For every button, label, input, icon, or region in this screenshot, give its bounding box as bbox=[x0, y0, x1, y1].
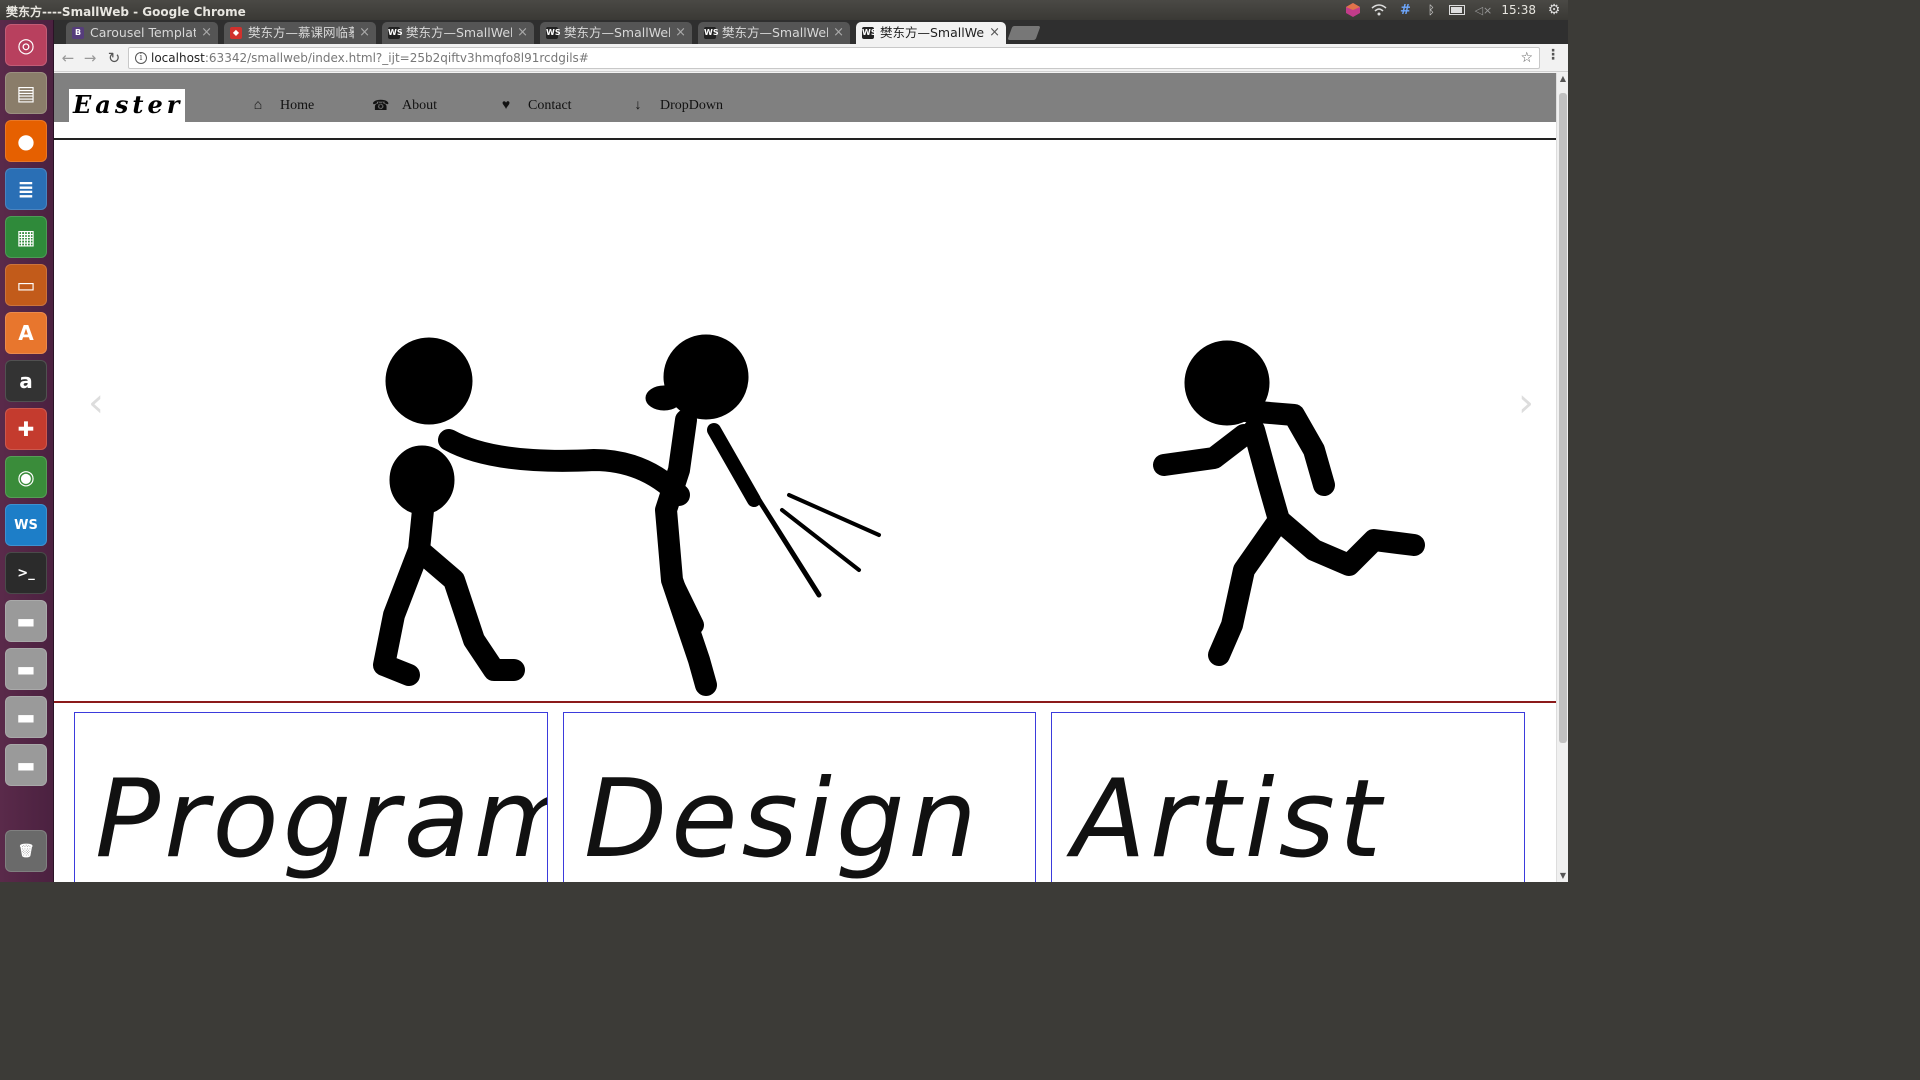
tab-close-icon[interactable]: × bbox=[675, 22, 686, 44]
tab-favicon-icon: WS bbox=[546, 27, 561, 39]
launcher: ◎ ▤ ● ≣ ▦ ▭ Aa ✚ ◉ WS >_ ▬ ▬ ▬ ▬ 🗑 bbox=[0, 20, 54, 882]
tab-favicon-icon: WS bbox=[704, 27, 719, 39]
trash-icon[interactable]: 🗑 bbox=[5, 830, 47, 872]
nav-contact[interactable]: ♥ Contact bbox=[498, 95, 572, 117]
bookmark-star-icon[interactable]: ☆ bbox=[1520, 48, 1533, 68]
browser-tab[interactable]: WS 樊东方—SmallWeb × bbox=[698, 22, 850, 44]
tab-label: 樊东方—SmallWeb bbox=[880, 25, 984, 40]
site-info-icon[interactable]: i bbox=[135, 52, 147, 64]
back-arrow-icon[interactable]: ← bbox=[58, 48, 78, 68]
dash-icon[interactable]: ◎ bbox=[5, 24, 47, 66]
card-design: Design bbox=[563, 712, 1036, 882]
amazon-icon[interactable]: a bbox=[5, 360, 47, 402]
card-title: Artist bbox=[1072, 757, 1386, 882]
browser-tab[interactable]: WS 樊东方—SmallWeb × bbox=[856, 22, 1006, 44]
tab-label: 樊东方—SmallWeb bbox=[722, 25, 828, 40]
writer-icon[interactable]: ≣ bbox=[5, 168, 47, 210]
nav-about[interactable]: ☎ About bbox=[372, 95, 437, 117]
terminal-icon[interactable]: >_ bbox=[5, 552, 47, 594]
impress-icon[interactable]: ▭ bbox=[5, 264, 47, 306]
card-program: Program bbox=[74, 712, 548, 882]
carousel-prev-icon[interactable]: ‹ bbox=[88, 380, 104, 426]
card-title: Design bbox=[584, 757, 981, 882]
browser-tab[interactable]: B Carousel Template × bbox=[66, 22, 218, 44]
page-viewport: Easter ⌂ Home ☎ About ♥ Contact ↓ DropDown bbox=[54, 73, 1556, 882]
browser-tab[interactable]: ◆ 樊东方—慕课网临摹 × bbox=[224, 22, 376, 44]
site-navbar: Easter ⌂ Home ☎ About ♥ Contact ↓ DropDown bbox=[54, 73, 1556, 122]
new-tab-button[interactable] bbox=[1007, 26, 1041, 40]
calc-icon[interactable]: ▦ bbox=[5, 216, 47, 258]
tab-label: 樊东方—SmallWeb bbox=[406, 25, 512, 40]
system-tray: # ᛒ ◁× 15:38 ⚙ bbox=[1345, 0, 1562, 20]
browser-tab[interactable]: WS 樊东方—SmallWeb × bbox=[540, 22, 692, 44]
nav-label: About bbox=[402, 98, 437, 113]
nav-label: Home bbox=[280, 98, 315, 113]
window-title: 樊东方----SmallWeb - Google Chrome bbox=[6, 5, 246, 19]
drive-icon-2[interactable]: ▬ bbox=[5, 648, 47, 690]
heart-icon: ♥ bbox=[501, 98, 511, 113]
scroll-down-icon[interactable]: ▼ bbox=[1557, 870, 1569, 882]
card-artist: Artist bbox=[1051, 712, 1525, 882]
tab-close-icon[interactable]: × bbox=[833, 22, 844, 44]
carousel-next-icon[interactable]: › bbox=[1518, 380, 1534, 426]
tab-label: Carousel Template bbox=[90, 25, 196, 40]
system-settings-icon[interactable]: ✚ bbox=[5, 408, 47, 450]
phone-icon: ☎ bbox=[372, 98, 390, 114]
nav-dropdown[interactable]: ↓ DropDown bbox=[630, 95, 724, 117]
wifi-icon[interactable] bbox=[1371, 3, 1387, 17]
tab-favicon-icon: WS bbox=[388, 27, 403, 39]
address-bar[interactable]: i localhost:63342/smallweb/index.html?_i… bbox=[128, 47, 1540, 69]
page-scrollbar[interactable]: ▲ ▼ bbox=[1556, 73, 1568, 882]
battery-icon[interactable] bbox=[1449, 3, 1466, 17]
home-icon: ⌂ bbox=[253, 98, 263, 113]
url-host: localhost bbox=[151, 51, 205, 65]
bluetooth-icon[interactable]: ᛒ bbox=[1423, 3, 1439, 17]
software-center-icon[interactable]: A bbox=[5, 312, 47, 354]
nav-label: Contact bbox=[528, 98, 572, 113]
webstorm-icon[interactable]: WS bbox=[5, 504, 47, 546]
arrow-down-icon: ↓ bbox=[634, 98, 642, 113]
settings-gear-icon[interactable]: ⚙ bbox=[1546, 2, 1562, 18]
chrome-menu-icon[interactable]: ⋮ bbox=[1546, 47, 1560, 63]
reload-icon[interactable]: ↻ bbox=[104, 48, 124, 68]
tab-close-icon[interactable]: × bbox=[517, 22, 528, 44]
url-path: :63342/smallweb/index.html?_ijt=25b2qift… bbox=[204, 51, 589, 65]
brand-logo[interactable]: Easter bbox=[69, 89, 185, 122]
figure-1-head bbox=[385, 337, 473, 425]
volume-muted-icon[interactable]: ◁× bbox=[1475, 3, 1493, 17]
scroll-up-icon[interactable]: ▲ bbox=[1557, 73, 1569, 85]
tab-strip: B Carousel Template × ◆ 樊东方—慕课网临摹 × WS 樊东方—Smal… bbox=[54, 20, 1568, 44]
carousel: ‹ › bbox=[54, 138, 1556, 703]
drive-icon-4[interactable]: ▬ bbox=[5, 744, 47, 786]
drive-icon-1[interactable]: ▬ bbox=[5, 600, 47, 642]
tab-label: 樊东方—慕课网临摹 bbox=[248, 25, 354, 40]
tab-favicon-icon: B bbox=[72, 27, 84, 39]
chrome-icon[interactable]: ◉ bbox=[5, 456, 47, 498]
browser-tab[interactable]: WS 樊东方—SmallWeb × bbox=[382, 22, 534, 44]
carousel-slide-image bbox=[373, 334, 1425, 696]
app-indicator-icon[interactable] bbox=[1345, 3, 1361, 17]
browser-toolbar: ← → ↻ i localhost:63342/smallweb/index.h… bbox=[54, 44, 1568, 72]
tab-favicon-icon: ◆ bbox=[230, 27, 242, 39]
input-method-icon[interactable]: # bbox=[1397, 3, 1413, 18]
tab-close-icon[interactable]: × bbox=[989, 22, 1000, 44]
files-icon[interactable]: ▤ bbox=[5, 72, 47, 114]
tab-label: 樊东方—SmallWeb bbox=[564, 25, 670, 40]
top-panel: 樊东方----SmallWeb - Google Chrome # ᛒ ◁× 1… bbox=[0, 0, 1568, 20]
nav-home[interactable]: ⌂ Home bbox=[250, 95, 314, 117]
card-title: Program bbox=[95, 757, 548, 882]
forward-arrow-icon[interactable]: → bbox=[80, 48, 100, 68]
browser-window: B Carousel Template × ◆ 樊东方—慕课网临摹 × WS 樊东方—Smal… bbox=[54, 20, 1568, 882]
firefox-icon[interactable]: ● bbox=[5, 120, 47, 162]
drive-icon-3[interactable]: ▬ bbox=[5, 696, 47, 738]
tab-close-icon[interactable]: × bbox=[201, 22, 212, 44]
clock[interactable]: 15:38 bbox=[1501, 3, 1536, 17]
tab-close-icon[interactable]: × bbox=[359, 22, 370, 44]
scroll-thumb[interactable] bbox=[1559, 93, 1567, 743]
tab-favicon-icon: WS bbox=[862, 27, 877, 39]
nav-label: DropDown bbox=[660, 98, 723, 113]
